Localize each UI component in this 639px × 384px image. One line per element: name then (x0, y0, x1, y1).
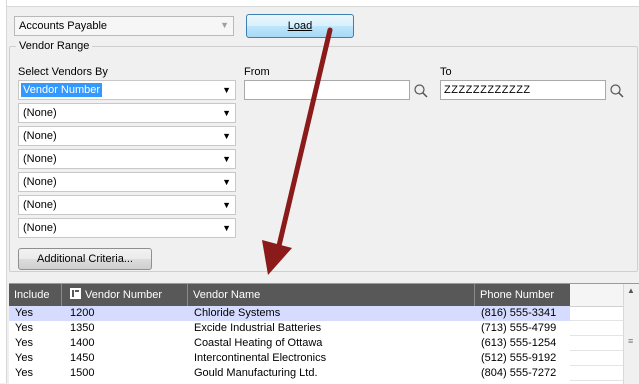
select-by-value: (None) (23, 222, 57, 234)
chevron-down-icon: ▼ (222, 200, 231, 210)
select-by-value: Vendor Number (21, 83, 103, 97)
scroll-thumb-grip-icon[interactable]: ≡ (628, 336, 633, 346)
cell-vendor-number: 1500 (70, 367, 95, 379)
table-row[interactable]: Yes 1500 Gould Manufacturing Ltd. (804) … (9, 366, 570, 381)
cell-include: Yes (15, 352, 33, 364)
cell-include: Yes (15, 367, 33, 379)
select-vendors-by-label: Select Vendors By (18, 66, 108, 78)
vendor-range-title: Vendor Range (16, 40, 93, 52)
select-by-value: (None) (23, 153, 57, 165)
select-by-dropdown-3[interactable]: (None) ▼ (18, 126, 236, 146)
vertical-scrollbar[interactable]: ▲ ≡ (623, 284, 639, 384)
module-select[interactable]: Accounts Payable ▼ (14, 16, 234, 36)
cell-vendor-name: Intercontinental Electronics (194, 352, 327, 364)
magnifier-icon[interactable] (413, 83, 429, 99)
cell-phone-number: (804) 555-7272 (481, 367, 557, 379)
row-extension (570, 351, 623, 366)
table-row[interactable]: Yes 1400 Coastal Heating of Ottawa (613)… (9, 336, 570, 351)
cell-include: Yes (15, 337, 33, 349)
cell-include: Yes (15, 307, 33, 319)
select-by-dropdown-5[interactable]: (None) ▼ (18, 172, 236, 192)
to-input[interactable]: ZZZZZZZZZZZZ (440, 80, 606, 100)
from-input[interactable] (244, 80, 410, 100)
cell-vendor-number: 1400 (70, 337, 95, 349)
to-label: To (440, 66, 452, 78)
chevron-down-icon: ▼ (222, 177, 231, 187)
chevron-down-icon: ▼ (220, 20, 229, 30)
cell-vendor-number: 1200 (70, 307, 95, 319)
chevron-down-icon: ▼ (222, 223, 231, 233)
column-header-vendor-name[interactable]: Vendor Name (188, 284, 475, 306)
magnifier-icon[interactable] (609, 83, 625, 99)
scroll-up-icon[interactable]: ▲ (627, 286, 635, 295)
select-by-dropdown-2[interactable]: (None) ▼ (18, 103, 236, 123)
module-select-value: Accounts Payable (19, 20, 108, 32)
cell-vendor-name: Gould Manufacturing Ltd. (194, 367, 318, 379)
to-input-value: ZZZZZZZZZZZZ (444, 84, 531, 96)
cell-phone-number: (512) 555-9192 (481, 352, 557, 364)
cell-vendor-name: Coastal Heating of Ottawa (194, 337, 323, 349)
from-label: From (244, 66, 270, 78)
grid-header: Include Vendor Number Vendor Name Phone … (9, 284, 570, 306)
cell-phone-number: (713) 555-4799 (481, 322, 557, 334)
chevron-down-icon: ▼ (222, 108, 231, 118)
vendor-grid: Include Vendor Number Vendor Name Phone … (9, 283, 639, 384)
header-filler (570, 284, 623, 307)
row-extension (570, 336, 623, 351)
table-row[interactable]: Yes 1200 Chloride Systems (816) 555-3341 (9, 306, 570, 321)
column-chooser-icon[interactable] (70, 288, 81, 299)
select-by-value: (None) (23, 176, 57, 188)
chevron-down-icon: ▼ (222, 154, 231, 164)
select-by-dropdown-6[interactable]: (None) ▼ (18, 195, 236, 215)
select-by-dropdown-1[interactable]: Vendor Number ▼ (18, 80, 236, 100)
chevron-down-icon: ▼ (222, 85, 231, 95)
load-button[interactable]: Load (246, 14, 354, 38)
cell-vendor-number: 1350 (70, 322, 95, 334)
cell-vendor-name: Excide Industrial Batteries (194, 322, 322, 334)
load-button-label-rest: oad (293, 20, 313, 32)
column-header-include[interactable]: Include (9, 284, 62, 306)
select-by-dropdown-4[interactable]: (None) ▼ (18, 149, 236, 169)
cell-vendor-name: Chloride Systems (194, 307, 281, 319)
chevron-down-icon: ▼ (222, 131, 231, 141)
load-button-label: Load (288, 20, 312, 32)
select-by-value: (None) (23, 107, 57, 119)
row-extension (570, 306, 623, 321)
column-header-phone-number[interactable]: Phone Number (475, 284, 570, 306)
cell-phone-number: (613) 555-1254 (481, 337, 557, 349)
row-extension (570, 366, 623, 381)
select-by-dropdown-7[interactable]: (None) ▼ (18, 218, 236, 238)
cell-vendor-number: 1450 (70, 352, 95, 364)
table-row[interactable]: Yes 1350 Excide Industrial Batteries (71… (9, 321, 570, 336)
cell-phone-number: (816) 555-3341 (481, 307, 557, 319)
cell-include: Yes (15, 322, 33, 334)
select-by-value: (None) (23, 199, 57, 211)
table-row[interactable]: Yes 1450 Intercontinental Electronics (5… (9, 351, 570, 366)
row-extension (570, 321, 623, 336)
column-header-vendor-number[interactable]: Vendor Number (62, 284, 188, 306)
window-left-edge (0, 0, 7, 383)
column-header-vendor-number-label: Vendor Number (85, 289, 163, 301)
window-top-edge (0, 0, 639, 7)
additional-criteria-button[interactable]: Additional Criteria... (18, 248, 152, 270)
select-by-value: (None) (23, 130, 57, 142)
